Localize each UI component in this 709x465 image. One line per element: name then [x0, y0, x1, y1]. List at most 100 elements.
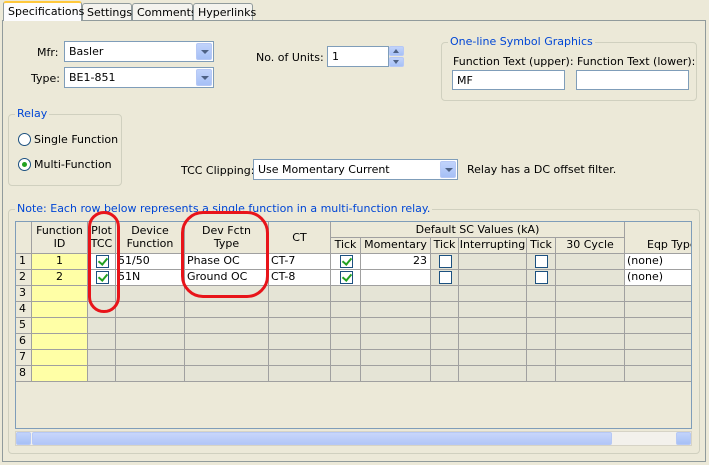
row-header[interactable]: 6 [16, 334, 32, 350]
single-function-label[interactable]: Single Function [34, 133, 118, 146]
cell-tick2[interactable] [431, 254, 459, 270]
cell-empty[interactable] [361, 366, 431, 382]
cell-empty[interactable] [185, 318, 269, 334]
spin-down-icon[interactable] [389, 57, 404, 67]
cell-tick3[interactable] [527, 270, 556, 286]
cell-ct[interactable]: CT-8 [269, 270, 331, 286]
cell-empty[interactable] [361, 302, 431, 318]
cell-cycle30[interactable] [556, 270, 625, 286]
cell-eqp[interactable]: (none) [625, 254, 691, 270]
cell-empty[interactable] [527, 318, 556, 334]
tick2-checkbox[interactable] [439, 271, 452, 284]
row-header[interactable]: 1 [16, 254, 32, 270]
cell-empty[interactable] [625, 286, 691, 302]
cell-tick2[interactable] [431, 270, 459, 286]
tick1-checkbox[interactable] [340, 255, 353, 268]
col-group-header-default-sc[interactable]: Default SC Values (kA) [331, 222, 625, 238]
cell-empty[interactable] [88, 302, 116, 318]
function-text-lower-input[interactable] [576, 70, 689, 90]
units-spinner[interactable] [389, 46, 404, 67]
col-header-plot-tcc[interactable]: Plot TCC [88, 222, 116, 254]
cell-empty[interactable] [116, 334, 185, 350]
cell-function-id[interactable] [32, 334, 88, 350]
cell-empty[interactable] [269, 334, 331, 350]
cell-empty[interactable] [527, 302, 556, 318]
col-header-tick-1[interactable]: Tick [331, 238, 361, 254]
cell-function-id[interactable] [32, 302, 88, 318]
tab-specifications[interactable]: Specifications [3, 1, 84, 21]
cell-empty[interactable] [556, 318, 625, 334]
cell-tick3[interactable] [527, 254, 556, 270]
cell-empty[interactable] [625, 318, 691, 334]
tcc-clipping-combo[interactable]: Use Momentary Current [253, 159, 458, 180]
cell-empty[interactable] [556, 366, 625, 382]
tab-comments[interactable]: Comments [132, 3, 197, 20]
cell-tick1[interactable] [331, 254, 361, 270]
col-header-30-cycle[interactable]: 30 Cycle [556, 238, 625, 254]
col-header-device-function[interactable]: Device Function [116, 222, 185, 254]
row-header[interactable]: 7 [16, 350, 32, 366]
cell-empty[interactable] [459, 366, 527, 382]
cell-empty[interactable] [88, 350, 116, 366]
multi-function-label[interactable]: Multi-Function [34, 158, 112, 171]
cell-empty[interactable] [88, 366, 116, 382]
cell-function-id[interactable] [32, 286, 88, 302]
cell-ct[interactable]: CT-7 [269, 254, 331, 270]
scroll-right-icon[interactable] [676, 432, 691, 445]
cell-empty[interactable] [431, 334, 459, 350]
cell-empty[interactable] [361, 286, 431, 302]
cell-plot-tcc[interactable] [88, 270, 116, 286]
cell-empty[interactable] [459, 318, 527, 334]
col-header-interrupting[interactable]: Interrupting [459, 238, 527, 254]
cell-function-id[interactable]: 1 [32, 254, 88, 270]
tab-hyperlinks[interactable]: Hyperlinks [193, 3, 256, 20]
cell-function-id[interactable] [32, 318, 88, 334]
plot-tcc-checkbox[interactable] [96, 271, 109, 284]
col-header-eqp-type[interactable]: Eqp Type [625, 222, 691, 254]
row-header[interactable]: 4 [16, 302, 32, 318]
cell-empty[interactable] [116, 350, 185, 366]
cell-empty[interactable] [527, 350, 556, 366]
cell-empty[interactable] [88, 334, 116, 350]
corner-cell[interactable] [16, 222, 32, 254]
cell-empty[interactable] [431, 366, 459, 382]
cell-empty[interactable] [556, 302, 625, 318]
multi-function-radio[interactable] [18, 158, 31, 171]
cell-function-id[interactable] [32, 366, 88, 382]
cell-empty[interactable] [331, 286, 361, 302]
cell-tick1[interactable] [331, 270, 361, 286]
col-header-tick-2[interactable]: Tick [431, 238, 459, 254]
tcc-dropdown-icon[interactable] [440, 161, 456, 178]
cell-empty[interactable] [459, 286, 527, 302]
cell-empty[interactable] [185, 350, 269, 366]
cell-empty[interactable] [269, 318, 331, 334]
cell-empty[interactable] [269, 350, 331, 366]
row-header[interactable]: 5 [16, 318, 32, 334]
col-header-momentary[interactable]: Momentary [361, 238, 431, 254]
single-function-radio[interactable] [18, 133, 31, 146]
mfr-dropdown-icon[interactable] [196, 43, 212, 60]
cell-empty[interactable] [116, 366, 185, 382]
cell-empty[interactable] [331, 350, 361, 366]
col-header-function-id[interactable]: Function ID [32, 222, 88, 254]
cell-empty[interactable] [625, 366, 691, 382]
mfr-combo[interactable]: Basler [64, 41, 214, 62]
cell-empty[interactable] [185, 366, 269, 382]
type-combo[interactable]: BE1-851 [64, 67, 214, 88]
cell-empty[interactable] [527, 334, 556, 350]
cell-empty[interactable] [185, 334, 269, 350]
cell-empty[interactable] [269, 302, 331, 318]
units-input[interactable]: 1 [327, 46, 389, 67]
cell-interrupting[interactable] [459, 270, 527, 286]
col-header-dev-fctn-type[interactable]: Dev Fctn Type [185, 222, 269, 254]
plot-tcc-checkbox[interactable] [96, 255, 109, 268]
cell-empty[interactable] [361, 350, 431, 366]
cell-empty[interactable] [269, 366, 331, 382]
col-header-ct[interactable]: CT [269, 222, 331, 254]
cell-empty[interactable] [556, 334, 625, 350]
cell-empty[interactable] [185, 286, 269, 302]
cell-empty[interactable] [527, 366, 556, 382]
cell-empty[interactable] [88, 318, 116, 334]
cell-eqp[interactable]: (none) [625, 270, 691, 286]
tick3-checkbox[interactable] [535, 271, 548, 284]
